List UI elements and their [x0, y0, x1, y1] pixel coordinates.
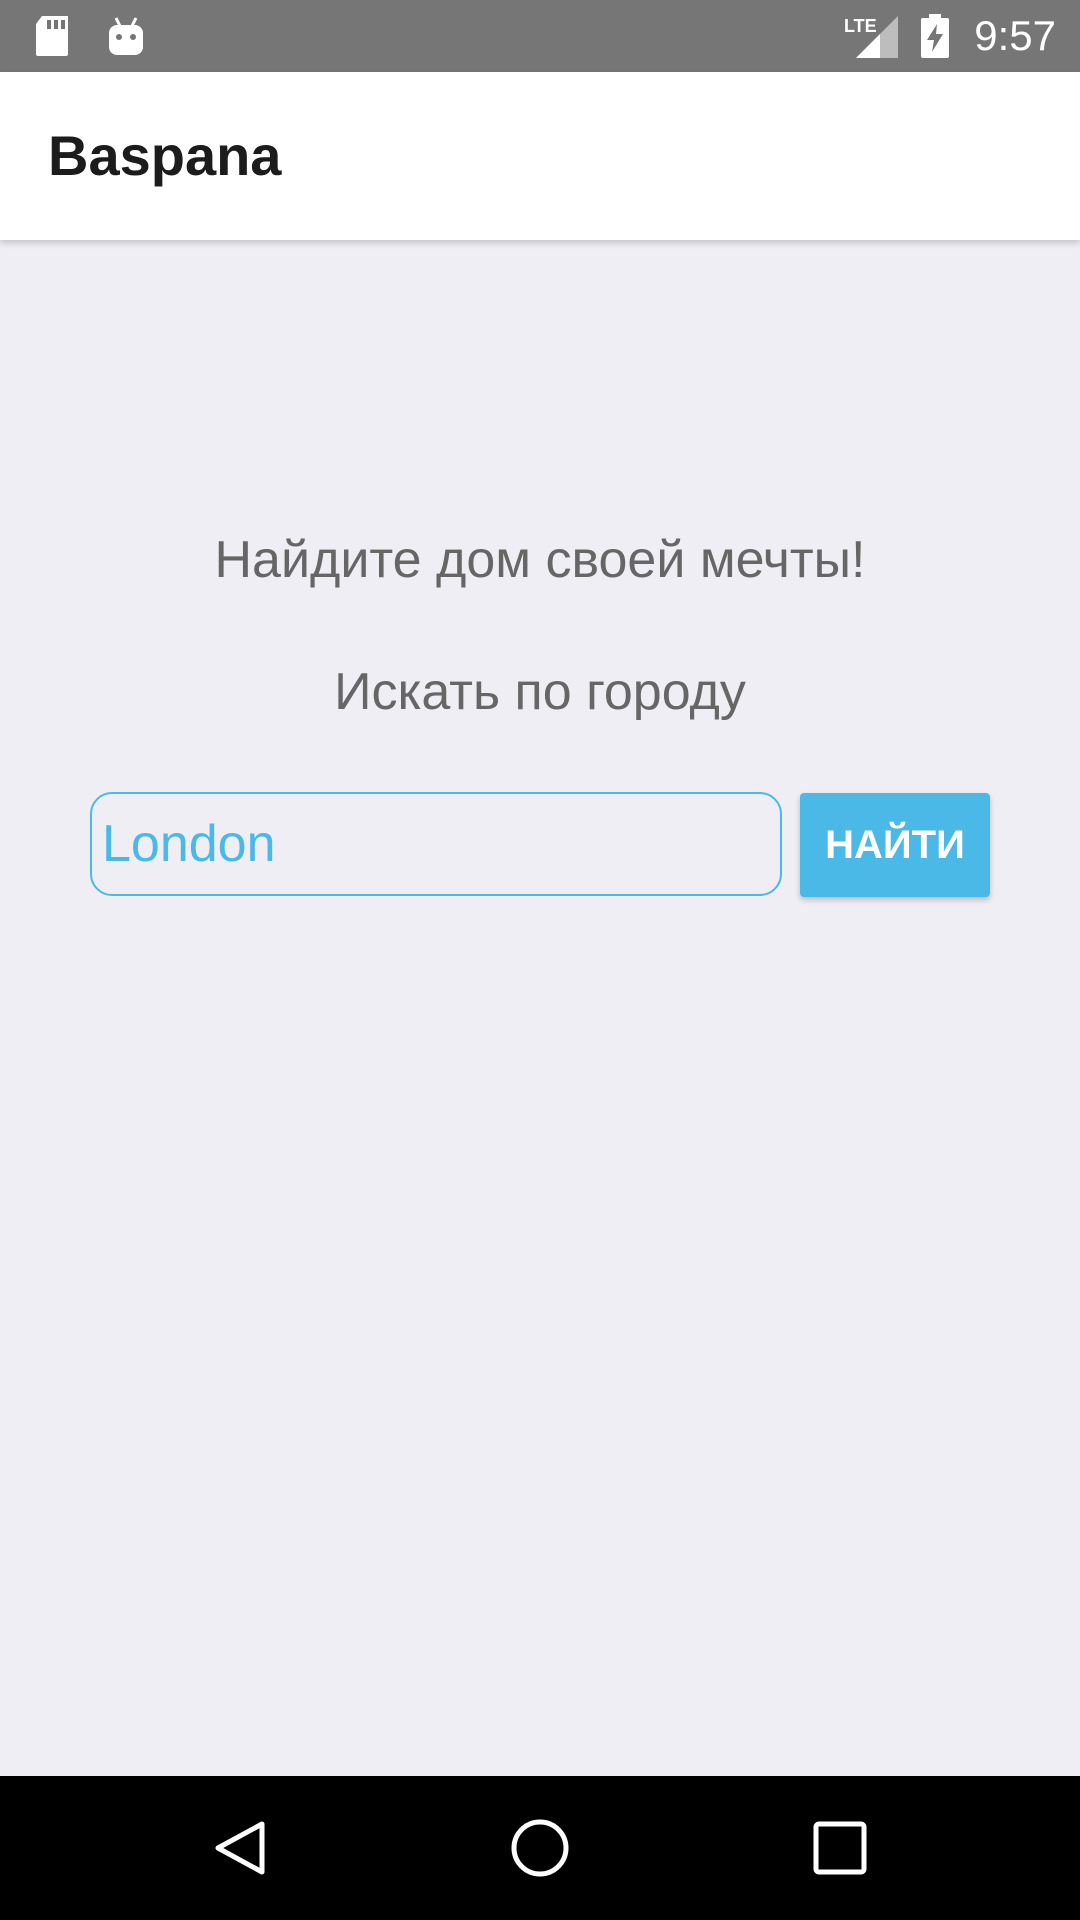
back-icon[interactable]	[168, 1776, 312, 1920]
find-button[interactable]: НАЙТИ	[800, 793, 990, 897]
lte-signal-icon: LTE	[842, 0, 898, 72]
status-time: 9:57	[974, 12, 1056, 59]
status-bar: LTE 9:57	[0, 0, 1080, 72]
app-bar: Baspana	[0, 72, 1080, 240]
svg-text:LTE: LTE	[844, 16, 877, 36]
battery-charging-icon	[920, 0, 950, 72]
search-by-city-label: Искать по городу	[334, 663, 746, 721]
android-icon	[106, 0, 146, 72]
recents-icon[interactable]	[768, 1776, 912, 1920]
home-icon[interactable]	[468, 1776, 612, 1920]
sd-card-icon	[34, 0, 70, 72]
app-title: Baspana	[48, 124, 282, 187]
headline: Найдите дом своей мечты!	[214, 531, 866, 589]
city-search-input[interactable]	[90, 792, 782, 896]
navigation-bar	[0, 1776, 1080, 1920]
main-content: Найдите дом своей мечты! Искать по город…	[0, 240, 1080, 1776]
